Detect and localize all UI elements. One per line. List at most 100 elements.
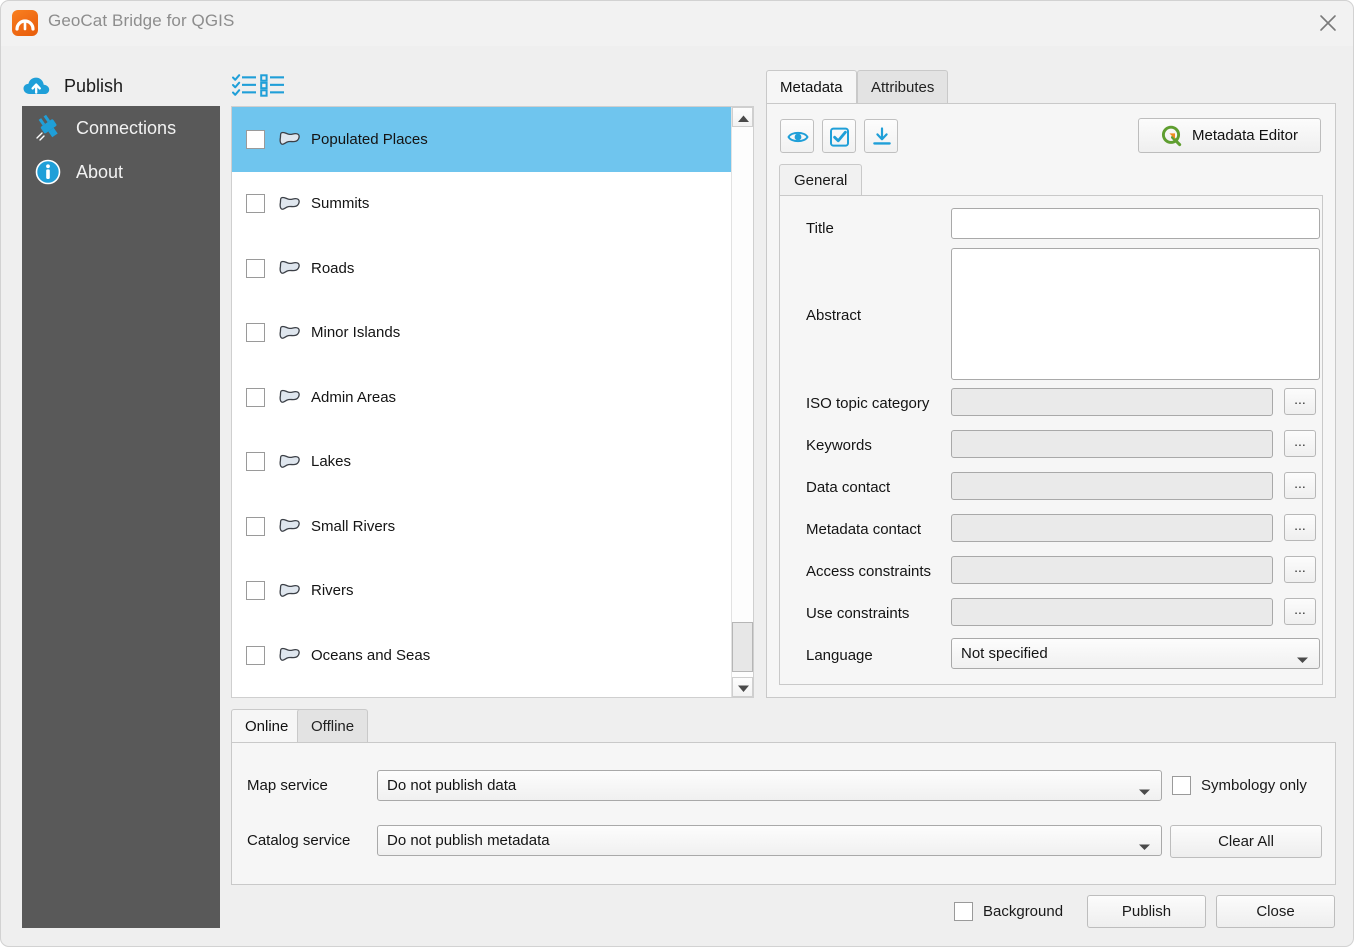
layer-list[interactable]: Populated Places Summits Roads Minor Isl… bbox=[231, 106, 754, 698]
background-option[interactable]: Background bbox=[954, 902, 1063, 921]
polygon-geometry-icon bbox=[279, 259, 301, 277]
close-icon bbox=[1318, 13, 1338, 33]
layer-checkbox[interactable] bbox=[246, 194, 265, 213]
data-contact-input[interactable] bbox=[951, 472, 1273, 500]
metadata-contact-input[interactable] bbox=[951, 514, 1273, 542]
layer-list-toolbar bbox=[232, 70, 352, 100]
layer-name: Small Rivers bbox=[311, 518, 395, 535]
sidebar-item-publish-label: Publish bbox=[64, 76, 123, 97]
title-label: Title bbox=[806, 220, 834, 237]
title-bar: GeoCat Bridge for QGIS bbox=[0, 0, 1354, 46]
scroll-down-button[interactable] bbox=[732, 677, 753, 697]
layer-checkbox[interactable] bbox=[246, 259, 265, 278]
catalog-service-label: Catalog service bbox=[247, 832, 350, 849]
save-metadata-button[interactable] bbox=[864, 119, 898, 153]
map-service-label: Map service bbox=[247, 777, 328, 794]
layer-checkbox[interactable] bbox=[246, 323, 265, 342]
layer-name: Oceans and Seas bbox=[311, 647, 430, 664]
layer-row[interactable]: Rivers bbox=[232, 559, 753, 624]
preview-metadata-button[interactable] bbox=[780, 119, 814, 153]
tab-offline[interactable]: Offline bbox=[297, 709, 368, 742]
publish-button[interactable]: Publish bbox=[1087, 895, 1206, 928]
deselect-all-button[interactable] bbox=[260, 72, 286, 102]
background-label: Background bbox=[983, 903, 1063, 920]
close-button[interactable]: Close bbox=[1216, 895, 1335, 928]
layer-row[interactable]: Small Rivers bbox=[232, 494, 753, 559]
tab-online-label: Online bbox=[245, 718, 288, 735]
map-service-value: Do not publish data bbox=[387, 777, 516, 794]
scroll-up-button[interactable] bbox=[732, 107, 753, 127]
metadata-editor-button[interactable]: Metadata Editor bbox=[1138, 118, 1321, 153]
tab-attributes[interactable]: Attributes bbox=[857, 70, 948, 103]
tab-online[interactable]: Online bbox=[231, 709, 302, 742]
layer-row[interactable]: Populated Places bbox=[232, 107, 753, 172]
layer-list-scrollbar[interactable] bbox=[731, 107, 753, 697]
chevron-down-icon bbox=[1296, 651, 1309, 668]
language-label: Language bbox=[806, 647, 873, 664]
plug-icon bbox=[32, 113, 64, 143]
access-constraints-input[interactable] bbox=[951, 556, 1273, 584]
chevron-up-icon bbox=[737, 114, 750, 123]
layer-checkbox[interactable] bbox=[246, 517, 265, 536]
language-select[interactable]: Not specified bbox=[951, 638, 1320, 669]
layer-checkbox[interactable] bbox=[246, 581, 265, 600]
abstract-label: Abstract bbox=[806, 307, 861, 324]
title-input[interactable] bbox=[951, 208, 1320, 239]
layer-name: Minor Islands bbox=[311, 324, 400, 341]
layer-checkbox[interactable] bbox=[246, 646, 265, 665]
layer-checkbox[interactable] bbox=[246, 130, 265, 149]
sidebar: Connections About bbox=[22, 106, 220, 928]
layer-name: Rivers bbox=[311, 582, 354, 599]
application-window: GeoCat Bridge for QGIS Publish bbox=[0, 0, 1354, 947]
layer-row[interactable]: Oceans and Seas bbox=[232, 623, 753, 688]
keywords-input[interactable] bbox=[951, 430, 1273, 458]
select-all-icon bbox=[232, 72, 258, 98]
iso-topic-category-browse-button[interactable]: ... bbox=[1284, 388, 1316, 415]
layer-row[interactable]: Minor Islands bbox=[232, 301, 753, 366]
eye-icon bbox=[787, 126, 809, 148]
layer-checkbox[interactable] bbox=[246, 388, 265, 407]
layer-name: Roads bbox=[311, 260, 354, 277]
geocat-bridge-logo-icon bbox=[12, 10, 38, 36]
tab-metadata[interactable]: Metadata bbox=[766, 70, 857, 103]
chevron-down-icon bbox=[737, 684, 750, 693]
cloud-upload-icon bbox=[22, 74, 52, 98]
sidebar-item-connections[interactable]: Connections bbox=[22, 106, 220, 150]
background-checkbox[interactable] bbox=[954, 902, 973, 921]
sidebar-item-about[interactable]: About bbox=[22, 150, 220, 194]
catalog-service-value: Do not publish metadata bbox=[387, 832, 550, 849]
keywords-label: Keywords bbox=[806, 437, 872, 454]
polygon-geometry-icon bbox=[279, 324, 301, 342]
scrollbar-thumb[interactable] bbox=[732, 622, 753, 672]
tab-general[interactable]: General bbox=[779, 164, 862, 195]
symbology-only-label: Symbology only bbox=[1201, 777, 1307, 794]
data-contact-browse-button[interactable]: ... bbox=[1284, 472, 1316, 499]
access-constraints-browse-button[interactable]: ... bbox=[1284, 556, 1316, 583]
symbology-only-checkbox[interactable] bbox=[1172, 776, 1191, 795]
layer-row[interactable]: Lakes bbox=[232, 430, 753, 495]
tab-general-label: General bbox=[794, 172, 847, 189]
catalog-service-select[interactable]: Do not publish metadata bbox=[377, 825, 1162, 856]
use-constraints-browse-button[interactable]: ... bbox=[1284, 598, 1316, 625]
clear-all-button[interactable]: Clear All bbox=[1170, 825, 1322, 858]
iso-topic-category-input[interactable] bbox=[951, 388, 1273, 416]
sidebar-item-about-label: About bbox=[76, 162, 123, 183]
map-service-select[interactable]: Do not publish data bbox=[377, 770, 1162, 801]
metadata-contact-browse-button[interactable]: ... bbox=[1284, 514, 1316, 541]
select-all-button[interactable] bbox=[232, 72, 258, 102]
window-close-button[interactable] bbox=[1302, 0, 1354, 46]
layer-row[interactable]: Roads bbox=[232, 236, 753, 301]
layer-row[interactable]: Summits bbox=[232, 172, 753, 237]
use-constraints-input[interactable] bbox=[951, 598, 1273, 626]
layer-checkbox[interactable] bbox=[246, 452, 265, 471]
download-icon bbox=[871, 126, 893, 148]
symbology-only-option[interactable]: Symbology only bbox=[1172, 776, 1307, 795]
abstract-textarea[interactable] bbox=[951, 248, 1320, 380]
layer-row[interactable]: Admin Areas bbox=[232, 365, 753, 430]
chevron-down-icon bbox=[1138, 838, 1151, 855]
layer-name: Summits bbox=[311, 195, 369, 212]
sidebar-item-publish[interactable]: Publish bbox=[22, 66, 220, 106]
validate-metadata-button[interactable] bbox=[822, 119, 856, 153]
keywords-browse-button[interactable]: ... bbox=[1284, 430, 1316, 457]
publish-button-label: Publish bbox=[1122, 903, 1171, 920]
